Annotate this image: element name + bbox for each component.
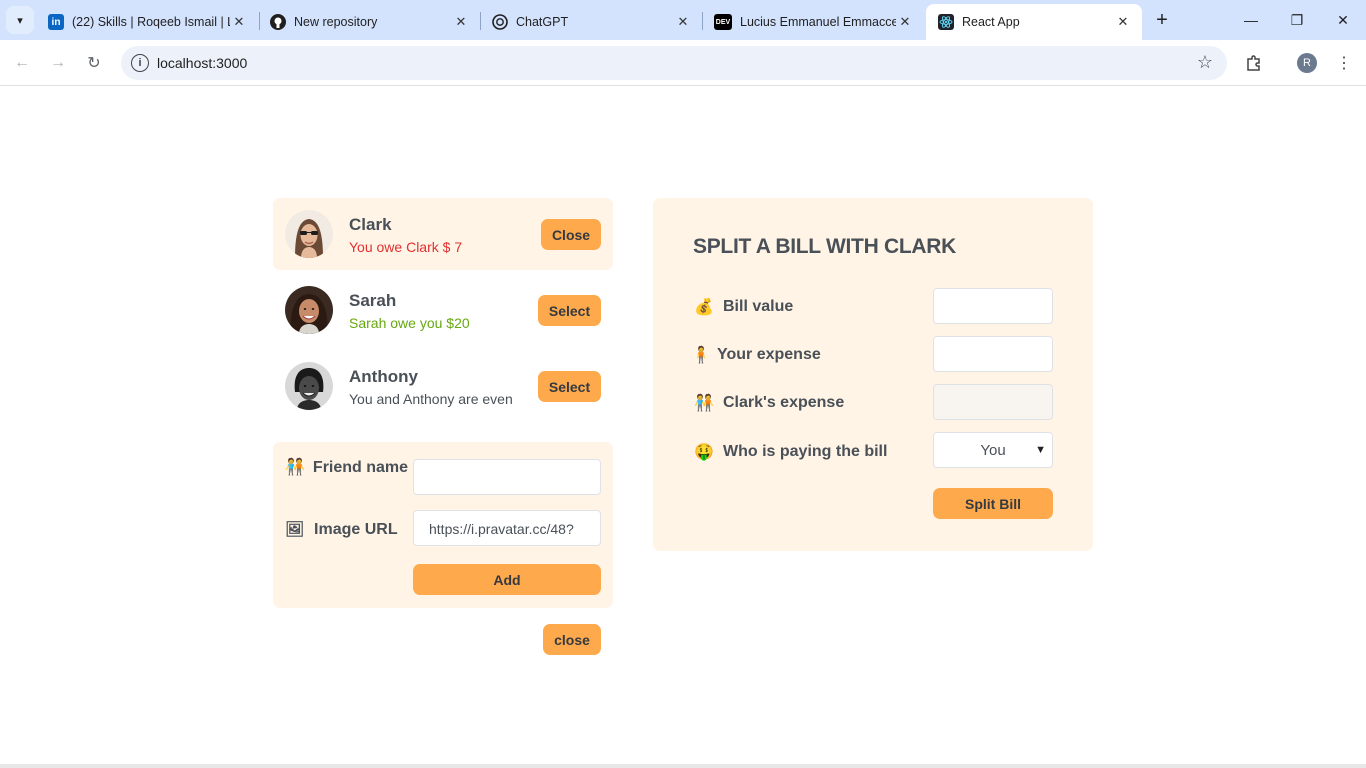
- friend-expense-input: [933, 384, 1053, 420]
- close-icon: ✕: [1337, 11, 1349, 28]
- payer-label: 🤑 Who is paying the bill: [694, 443, 888, 461]
- plus-icon: +: [1156, 8, 1168, 31]
- close-tab-icon[interactable]: ✕: [452, 13, 470, 31]
- money-bag-icon: 💰: [694, 299, 714, 316]
- tab-chatgpt[interactable]: ChatGPT ✕: [480, 4, 702, 40]
- dev-icon: DEV: [714, 14, 732, 30]
- tab-dev[interactable]: DEV Lucius Emmanuel Emmaccen ✕: [702, 4, 924, 40]
- tab-search-button[interactable]: ▾: [6, 6, 34, 34]
- friend-name: Anthony: [349, 367, 418, 386]
- tab-new-repository[interactable]: New repository ✕: [258, 4, 480, 40]
- friend-balance: You owe Clark $ 7: [349, 239, 463, 255]
- tab-react-app[interactable]: React App ✕: [926, 4, 1142, 40]
- linkedin-icon: in: [48, 14, 64, 30]
- your-expense-label: 🧍 Your expense: [691, 346, 821, 364]
- close-tab-icon[interactable]: ✕: [1114, 13, 1132, 31]
- picture-frame-icon: 🖼: [285, 521, 305, 538]
- friend-item-anthony: Anthony You and Anthony are even Select: [273, 350, 613, 422]
- back-button[interactable]: ←: [8, 49, 36, 77]
- close-form-button[interactable]: close: [543, 624, 601, 655]
- tab-strip: ▾ in (22) Skills | Roqeeb Ismail | Linke…: [0, 0, 1366, 40]
- friend-name: Clark: [349, 215, 392, 234]
- friend-name-input[interactable]: [413, 459, 601, 495]
- payer-select[interactable]: You ▼: [933, 432, 1053, 468]
- select-friend-button[interactable]: Select: [538, 371, 601, 402]
- minimize-icon: —: [1244, 12, 1258, 28]
- avatar: [285, 362, 333, 410]
- add-friend-button[interactable]: Add: [413, 564, 601, 595]
- page-bottom-edge: [0, 764, 1366, 768]
- react-icon: [938, 14, 954, 30]
- close-window-button[interactable]: ✕: [1320, 0, 1366, 40]
- friend-item-sarah: Sarah Sarah owe you $20 Select: [273, 274, 613, 346]
- menu-kebab-icon[interactable]: ⋮: [1332, 51, 1356, 75]
- image-url-input[interactable]: https://i.pravatar.cc/48?: [413, 510, 601, 546]
- person-icon: 🧍: [691, 347, 711, 364]
- friend-name-label: 🧑‍🤝‍🧑 Friend name: [285, 459, 409, 476]
- page-title: SPLIT A BILL WITH CLARK: [693, 235, 956, 258]
- money-face-icon: 🤑: [694, 444, 714, 461]
- friend-balance: Sarah owe you $20: [349, 315, 470, 331]
- chatgpt-icon: [492, 14, 508, 30]
- tab-linkedin[interactable]: in (22) Skills | Roqeeb Ismail | LinkedI…: [36, 4, 258, 40]
- github-icon: [270, 14, 286, 30]
- app-root: Clark You owe Clark $ 7 Close Sarah Sara…: [0, 87, 1366, 768]
- chevron-down-icon: ▼: [1035, 444, 1046, 456]
- restore-icon: ❐: [1290, 11, 1304, 28]
- friend-name: Sarah: [349, 291, 397, 310]
- split-bill-form: SPLIT A BILL WITH CLARK 💰 Bill value 🧍 You…: [653, 198, 1093, 551]
- your-expense-input[interactable]: [933, 336, 1053, 372]
- friend-expense-label: 🧑‍🤝‍🧑 Clark's expense: [694, 394, 845, 412]
- browser-toolbar: ← → ↻ i localhost:3000 ☆ R ⋮: [0, 40, 1366, 86]
- avatar: [285, 286, 333, 334]
- reload-button[interactable]: ↻: [80, 49, 108, 77]
- tab-title: React App: [962, 15, 1020, 29]
- close-tab-icon[interactable]: ✕: [674, 13, 692, 31]
- tab-title: New repository: [294, 15, 378, 29]
- chevron-down-icon: ▾: [17, 14, 23, 27]
- arrow-right-icon: →: [50, 54, 66, 71]
- forward-button[interactable]: →: [44, 49, 72, 77]
- close-tab-icon[interactable]: ✕: [230, 13, 248, 31]
- close-tab-icon[interactable]: ✕: [896, 13, 914, 31]
- bookmark-star-icon[interactable]: ☆: [1197, 52, 1213, 73]
- bill-value-input[interactable]: [933, 288, 1053, 324]
- friend-item-clark: Clark You owe Clark $ 7 Close: [273, 198, 613, 270]
- close-friend-button[interactable]: Close: [541, 219, 601, 250]
- people-icon: 🧑‍🤝‍🧑: [694, 395, 714, 412]
- restore-button[interactable]: ❐: [1274, 0, 1320, 40]
- payer-selected-value: You: [980, 441, 1006, 459]
- profile-avatar[interactable]: R: [1297, 53, 1317, 73]
- arrow-left-icon: ←: [14, 54, 30, 71]
- people-icon: 🧑‍🤝‍🧑: [285, 459, 305, 476]
- friend-balance: You and Anthony are even: [349, 391, 513, 407]
- new-tab-button[interactable]: +: [1150, 8, 1174, 32]
- minimize-button[interactable]: —: [1228, 0, 1274, 40]
- url-text: localhost:3000: [157, 55, 248, 71]
- add-friend-form: 🧑‍🤝‍🧑 Friend name 🖼 Image URL https://i.pr…: [273, 442, 613, 608]
- split-bill-button[interactable]: Split Bill: [933, 488, 1053, 519]
- avatar: [285, 210, 333, 258]
- site-info-icon[interactable]: i: [131, 54, 149, 72]
- friends-list: Clark You owe Clark $ 7 Close Sarah Sara…: [273, 198, 613, 426]
- tab-title: ChatGPT: [516, 15, 569, 29]
- bill-value-label: 💰 Bill value: [694, 298, 794, 316]
- address-bar[interactable]: i localhost:3000 ☆: [121, 46, 1227, 80]
- reload-icon: ↻: [87, 55, 101, 72]
- tab-title: Lucius Emmanuel Emmaccen: [740, 15, 896, 29]
- image-url-label: 🖼 Image URL: [285, 521, 398, 538]
- extensions-icon[interactable]: [1242, 51, 1266, 75]
- tab-title: (22) Skills | Roqeeb Ismail | LinkedIn: [72, 15, 230, 29]
- select-friend-button[interactable]: Select: [538, 295, 601, 326]
